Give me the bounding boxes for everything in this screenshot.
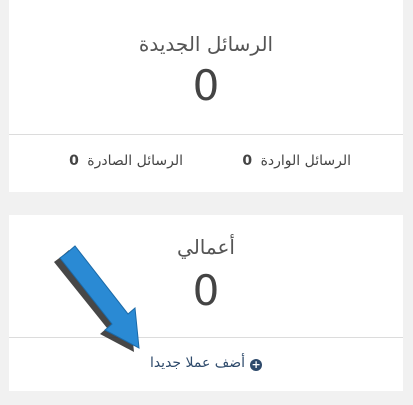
- outbox-label: الرسائل الصادرة: [87, 153, 183, 169]
- outbox-stat[interactable]: الرسائل الصادرة 0: [69, 153, 183, 169]
- inbox-stat[interactable]: الرسائل الواردة 0: [242, 153, 351, 169]
- my-jobs-card: أعمالي 0 + أضف عملا جديدا: [9, 215, 403, 391]
- inbox-label: الرسائل الواردة: [260, 153, 351, 169]
- add-new-job-link[interactable]: + أضف عملا جديدا: [9, 355, 403, 371]
- card-divider: [9, 337, 403, 338]
- plus-circle-icon: +: [250, 358, 263, 371]
- my-jobs-count: 0: [192, 266, 220, 315]
- outbox-count: 0: [69, 153, 79, 169]
- add-new-job-label: أضف عملا جديدا: [149, 355, 246, 371]
- inbox-count: 0: [242, 153, 253, 169]
- my-jobs-title: أعمالي: [177, 235, 235, 259]
- card-divider: [9, 134, 403, 135]
- new-messages-title: الرسائل الجديدة: [138, 32, 274, 56]
- new-messages-card: الرسائل الجديدة 0 الرسائل الواردة 0 الرس…: [9, 0, 403, 192]
- new-messages-count: 0: [192, 61, 220, 110]
